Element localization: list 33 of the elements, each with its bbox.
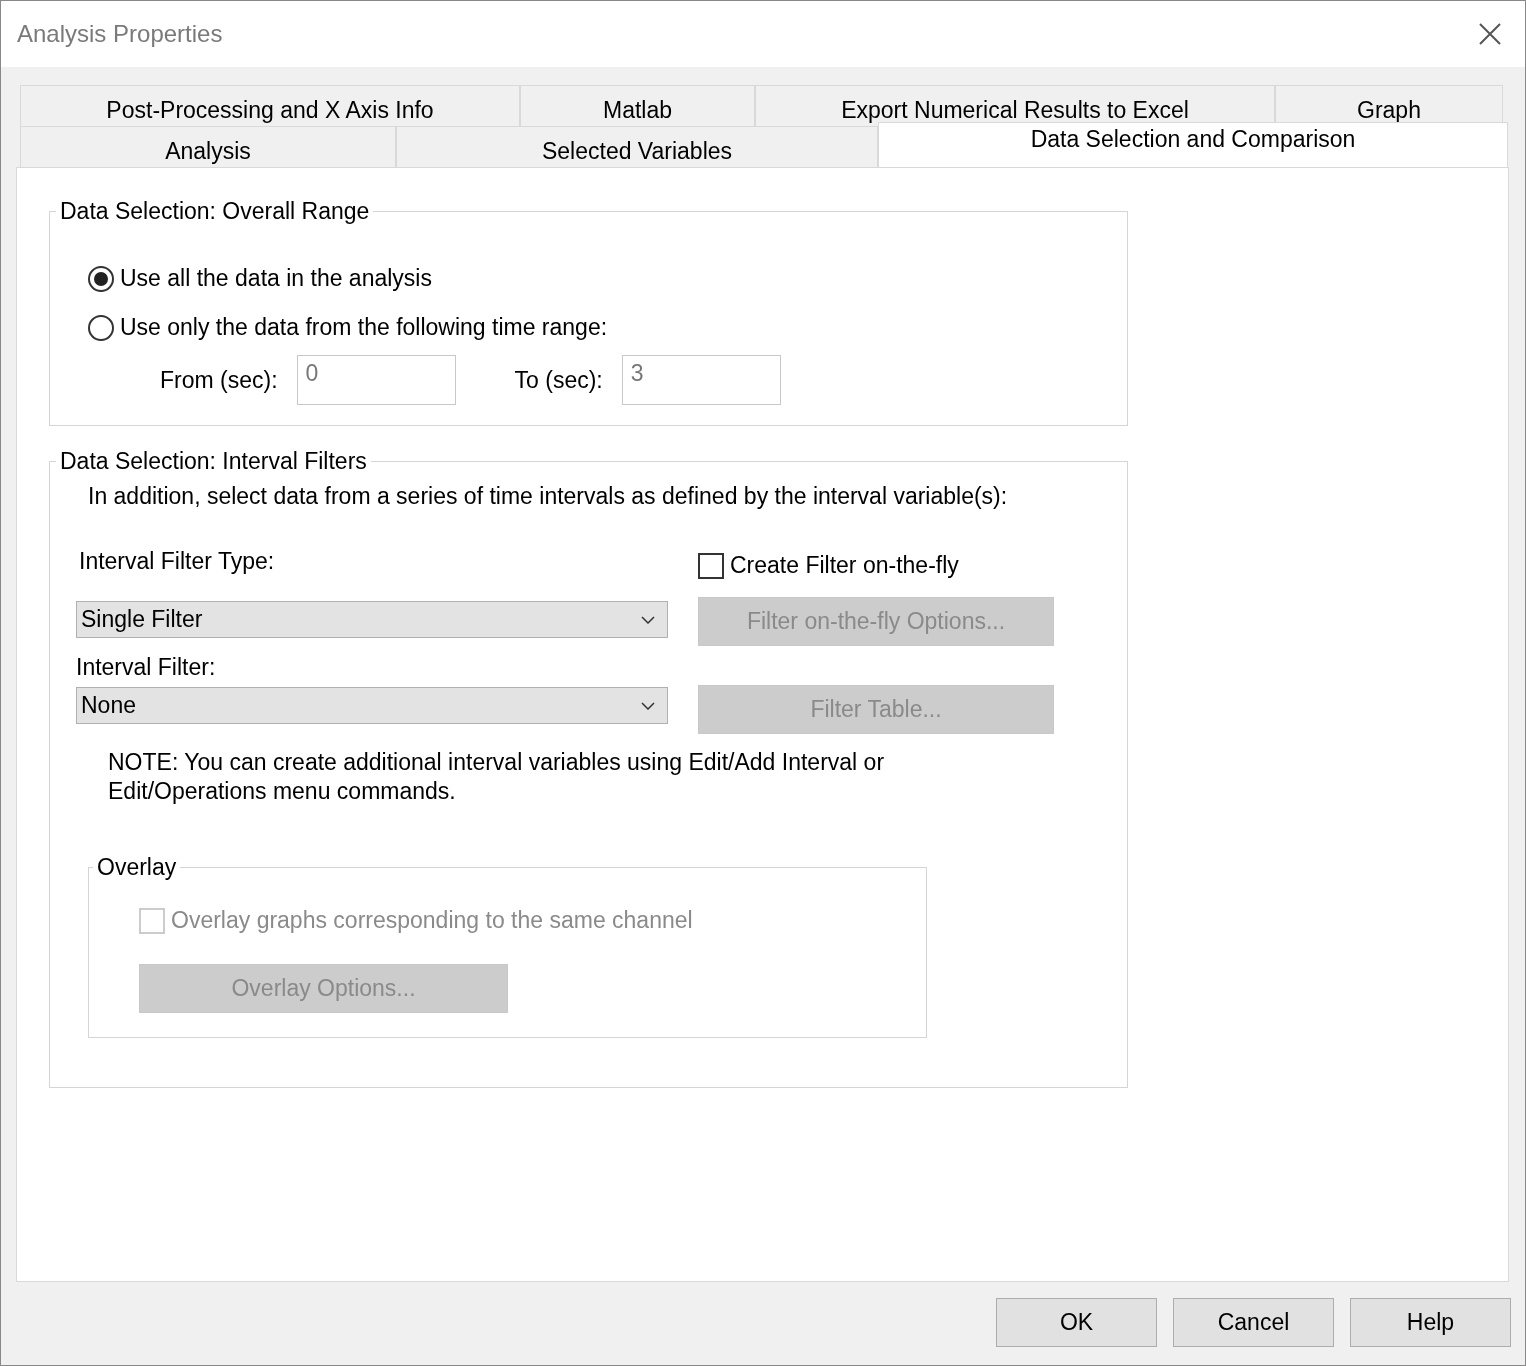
radio-button[interactable] (88, 265, 114, 292)
field-label: From (sec): (160, 366, 278, 394)
field-label: To (sec): (514, 366, 603, 394)
group-title: Data Selection: Interval Filters (59, 448, 368, 475)
radio-label: Use only the data from the following time range: (120, 314, 608, 341)
checkbox[interactable] (698, 552, 724, 579)
checkbox-label: Create Filter on-the-fly (730, 552, 959, 579)
tab[interactable]: Data Selection and Comparison (878, 122, 1508, 167)
chevron-down-icon (641, 701, 655, 710)
interval-filter-dropdown[interactable]: None (76, 687, 668, 724)
tab[interactable]: Selected Variables (396, 126, 878, 167)
group-title: Data Selection: Overall Range (59, 198, 371, 225)
description-text: In addition, select data from a series of time intervals as defined by the interval variable(s): (88, 483, 1008, 509)
dialog-button[interactable]: Cancel (1173, 1298, 1334, 1347)
field-label: Interval Filter Type: (79, 548, 276, 575)
time-field[interactable]: 0 (296, 355, 456, 405)
filter-type-dropdown[interactable]: Single Filter (76, 601, 668, 638)
chevron-down-icon (641, 615, 655, 624)
close-icon[interactable] (1479, 23, 1501, 45)
time-field[interactable]: 3 (621, 355, 781, 405)
tab[interactable]: Matlab (520, 85, 755, 126)
dialog-button[interactable]: Help (1350, 1298, 1511, 1347)
tab[interactable]: Analysis (20, 126, 396, 167)
checkbox-label: Overlay graphs corresponding to the same channel (171, 907, 693, 934)
radio-label: Use all the data in the analysis (120, 265, 432, 292)
window-title: Analysis Properties (17, 20, 223, 48)
group-title: Overlay (96, 854, 178, 881)
tab[interactable]: Export Numerical Results to Excel (755, 85, 1275, 126)
dialog-button[interactable]: OK (996, 1298, 1157, 1347)
tab[interactable]: Post-Processing and X Axis Info (20, 85, 520, 126)
note-text: NOTE: You can create additional interval variables using Edit/Add Interval or Edit/Operations menu commands. (108, 748, 886, 806)
radio-button[interactable] (88, 314, 114, 341)
field-label: Interval Filter: (76, 654, 216, 680)
